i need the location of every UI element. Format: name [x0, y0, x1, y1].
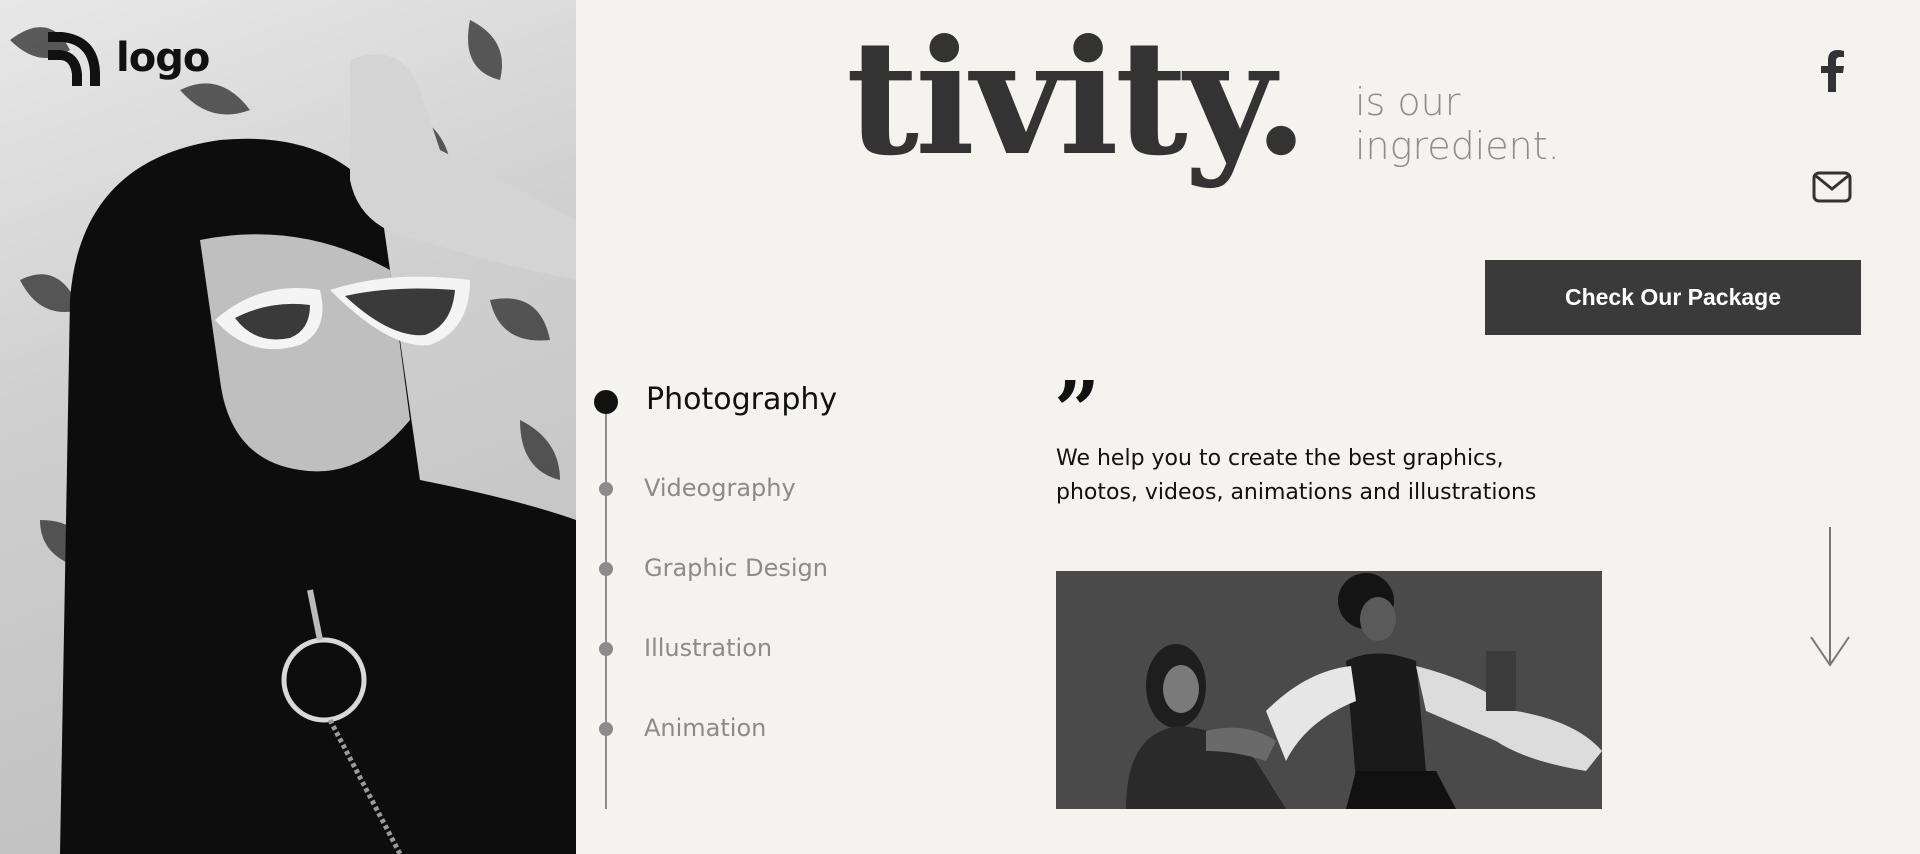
active-indicator-dot: [594, 390, 618, 414]
indicator-dot: [599, 562, 613, 576]
quote-mark-icon: ”: [1054, 363, 1101, 457]
tagline-line-2: ingredient.: [1355, 124, 1560, 168]
quote-text: We help you to create the best graphics,…: [1056, 442, 1576, 510]
service-label: Graphic Design: [644, 554, 828, 582]
mail-icon: [1812, 171, 1852, 203]
hero-photo-illustration: [10, 20, 576, 854]
logo-mark-icon: [48, 32, 100, 86]
arrow-down-icon: [1810, 527, 1850, 667]
check-package-button[interactable]: Check Our Package: [1485, 260, 1861, 335]
mail-link[interactable]: [1812, 170, 1852, 204]
service-label: Videography: [644, 474, 796, 502]
logo-text: logo: [116, 35, 210, 81]
featured-media[interactable]: [1056, 571, 1602, 809]
services-timeline-line: [605, 402, 607, 809]
tagline-line-1: is our: [1355, 80, 1461, 124]
service-label: Animation: [644, 714, 767, 742]
dancers-illustration: [1056, 571, 1602, 809]
tagline: is our ingredient.: [1355, 80, 1595, 168]
service-label: Photography: [646, 382, 838, 417]
indicator-dot: [599, 642, 613, 656]
facebook-link[interactable]: [1812, 50, 1852, 92]
scroll-down-arrow[interactable]: [1808, 525, 1852, 674]
indicator-dot: [599, 722, 613, 736]
headline-word: tivity.: [846, 6, 1308, 191]
quote-line-1: We help you to create the best graphics,: [1056, 446, 1504, 471]
logo[interactable]: logo: [44, 28, 210, 88]
hero-photo: logo: [0, 0, 576, 854]
indicator-dot: [599, 482, 613, 496]
service-label: Illustration: [644, 634, 773, 662]
facebook-icon: [1821, 50, 1844, 92]
quote-line-2: photos, videos, animations and illustrat…: [1056, 480, 1537, 505]
